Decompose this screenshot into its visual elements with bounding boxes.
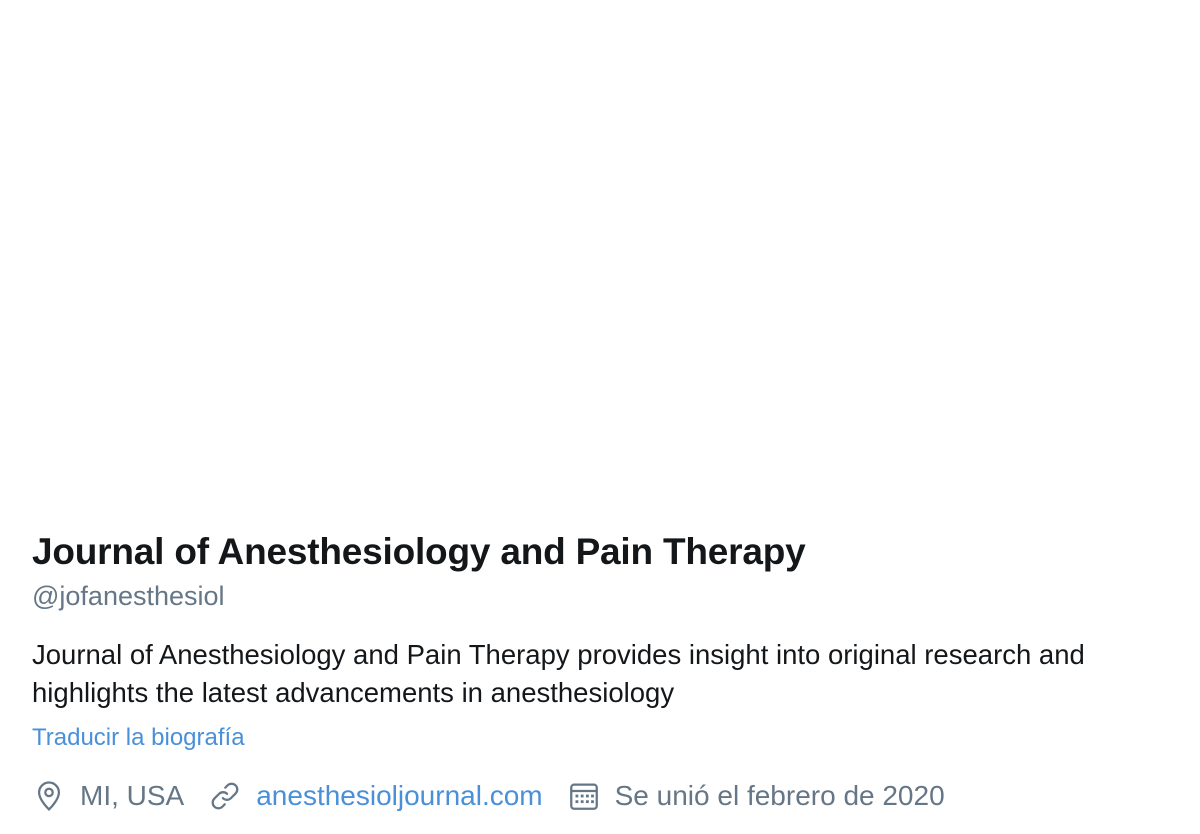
location-text: MI, USA [80, 780, 185, 811]
translate-bio-link[interactable]: Traducir la biografía [32, 722, 245, 754]
display-name: Journal of Anesthesiology and Pain Thera… [32, 531, 806, 572]
profile-bio: Journal of Anesthesiology and Pain Thera… [32, 639, 1085, 708]
profile-header: Journal of Anesthesiology and Pain Thera… [32, 528, 1176, 816]
profile-handle: @jofanesthesiol [32, 581, 225, 611]
location-item: MI, USA [32, 778, 184, 814]
website-link[interactable]: anesthesioljournal.com [256, 778, 542, 814]
joined-date: Se unió el febrero de 2020 [614, 780, 945, 811]
website-item: anesthesioljournal.com [208, 778, 543, 814]
profile-meta-row: MI, USA anesthesioljournal.com Se unió e… [32, 776, 1176, 816]
location-pin-icon [32, 779, 66, 813]
calendar-icon [567, 779, 601, 813]
joined-item: Se unió el febrero de 2020 [567, 778, 945, 814]
profile-page: Journal of Anesthesiology and Pain Thera… [0, 0, 1200, 834]
link-icon [208, 779, 242, 813]
